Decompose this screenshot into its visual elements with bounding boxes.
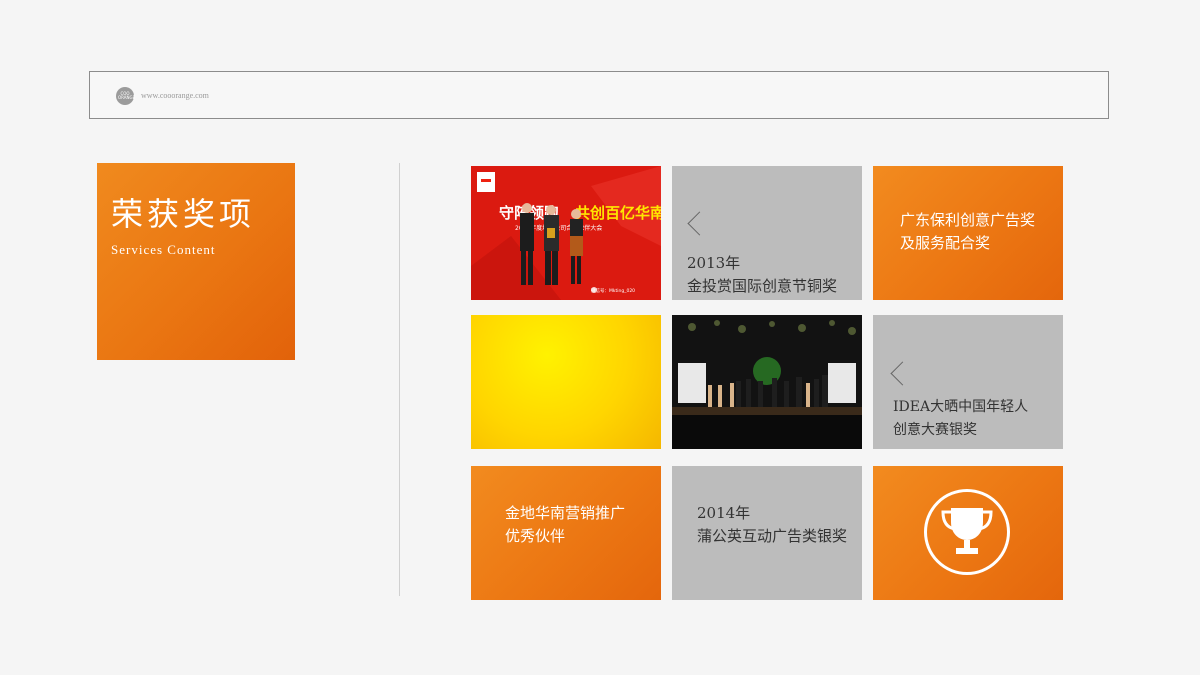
award-name: 蒲公英互动广告类银奖 (697, 527, 848, 545)
award-tile-poly[interactable]: 广东保利创意广告奖 及服务配合奖 (873, 166, 1063, 300)
award-tile-gemdale[interactable]: 金地华南营销推广 优秀伙伴 (471, 466, 661, 600)
award-photo-stage[interactable] (672, 315, 862, 449)
page-subtitle: Services Content (111, 242, 216, 257)
award-name-line2: 创意大赛银奖 (893, 422, 977, 438)
decorative-yellow-tile (471, 315, 661, 449)
award-name-line1: 广东保利创意广告奖 (900, 211, 1036, 229)
award-name: 金投赏国际创意节铜奖 (687, 277, 838, 295)
svg-text:共创百亿华南: 共创百亿华南 (575, 204, 661, 222)
url-text: www.cooorange.com (141, 91, 209, 100)
award-photo-ceremony-red[interactable]: 守阵领跑 共创百亿华南 2013年度地产公司合作伙伴大会 微信号：Mkting_… (471, 166, 661, 300)
award-tile-jintoushang[interactable]: 2013年 金投赏国际创意节铜奖 (672, 166, 862, 300)
award-name-line2: 及服务配合奖 (900, 234, 991, 252)
award-name-line1: IDEA大晒中国年轻人 (893, 399, 1029, 415)
svg-text:微信号：Mkting_020: 微信号：Mkting_020 (591, 287, 635, 294)
chevron-left-icon[interactable] (890, 361, 915, 386)
trophy-badge (924, 489, 1010, 575)
brand-logo-icon: COO ORANGE (116, 87, 135, 105)
page-title: 荣获奖项 (111, 195, 256, 233)
award-name-line1: 金地华南营销推广 (505, 504, 626, 522)
section-title-card: 荣获奖项 Services Content (97, 163, 295, 360)
ceremony-photo-icon: 守阵领跑 共创百亿华南 2013年度地产公司合作伙伴大会 微信号：Mkting_… (471, 166, 661, 300)
award-name-line2: 优秀伙伴 (505, 527, 566, 545)
vertical-divider (399, 163, 400, 596)
stage-photo-icon (672, 315, 862, 449)
award-tile-idea[interactable]: IDEA大晒中国年轻人 创意大赛银奖 (873, 315, 1063, 449)
award-year: 2014年 (697, 504, 751, 522)
address-bar[interactable]: COO ORANGE www.cooorange.com (89, 71, 1109, 119)
award-tile-dandelion[interactable]: 2014年 蒲公英互动广告类银奖 (672, 466, 862, 600)
chevron-left-icon[interactable] (687, 211, 712, 236)
trophy-icon (941, 508, 993, 554)
award-year: 2013年 (687, 254, 741, 272)
award-tile-trophy[interactable] (873, 466, 1063, 600)
